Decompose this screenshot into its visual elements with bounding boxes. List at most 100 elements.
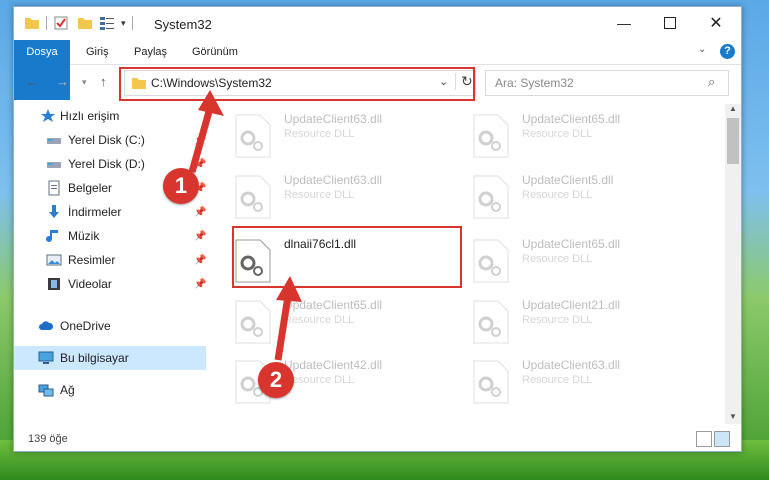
file-item[interactable]: UpdateClient5.dll Resource DLL xyxy=(472,167,692,227)
quick-access-toolbar: ▾ xyxy=(24,15,139,31)
sidebar-item-pictures[interactable]: Resimler 📌 xyxy=(14,248,206,272)
pictures-icon xyxy=(46,254,62,266)
cloud-icon xyxy=(39,321,54,330)
minimize-button[interactable]: — xyxy=(601,7,647,39)
scroll-up-icon[interactable]: ▲ xyxy=(729,104,737,113)
file-type: Resource DLL xyxy=(284,374,355,386)
document-icon xyxy=(48,180,60,196)
file-item[interactable]: UpdateClient63.dll Resource DLL xyxy=(234,167,454,227)
view-menu-icon[interactable] xyxy=(99,15,115,31)
maximize-icon xyxy=(664,17,676,29)
sidebar-item-quick-access[interactable]: Hızlı erişim xyxy=(14,104,206,128)
sidebar-item-network[interactable]: Ağ xyxy=(14,378,206,402)
close-icon: ✕ xyxy=(709,15,723,32)
sidebar-item-videos[interactable]: Videolar 📌 xyxy=(14,272,206,296)
step-1-badge: 1 xyxy=(163,168,199,204)
forward-icon[interactable]: → xyxy=(56,74,69,89)
maximize-button[interactable] xyxy=(647,7,693,39)
file-name: UpdateClient21.dll xyxy=(522,298,621,312)
vertical-scrollbar[interactable]: ▲ ▼ xyxy=(725,104,741,424)
file-name: UpdateClient65.dll xyxy=(522,112,621,126)
dll-file-icon xyxy=(473,114,509,158)
file-name: UpdateClient63.dll xyxy=(522,358,621,372)
dll-file-icon xyxy=(473,175,509,219)
ribbon: Dosya Giriş Paylaş Görünüm ⌄ ? xyxy=(14,40,741,100)
sidebar-item-label: Resimler xyxy=(68,253,116,267)
help-icon[interactable]: ? xyxy=(720,44,735,59)
sidebar-item-onedrive[interactable]: OneDrive xyxy=(14,314,206,338)
file-item[interactable]: UpdateClient65.dll Resource DLL xyxy=(472,106,692,166)
disk-icon xyxy=(47,162,61,168)
network-icon xyxy=(38,384,54,397)
scrollbar-thumb[interactable] xyxy=(727,118,739,164)
sidebar-item-label: İndirmeler xyxy=(68,205,122,219)
folder-icon xyxy=(25,18,39,29)
toolbar-divider xyxy=(46,16,47,30)
tab-paylas[interactable]: Paylaş xyxy=(134,40,167,64)
item-count: 139 öğe xyxy=(28,433,68,445)
file-name: UpdateClient63.dll xyxy=(284,112,383,126)
file-type: Resource DLL xyxy=(522,374,593,386)
sidebar-item-label: Yerel Disk (C:) xyxy=(68,133,145,147)
properties-icon[interactable] xyxy=(53,15,69,31)
file-name: UpdateClient65.dll xyxy=(522,237,621,251)
pin-icon[interactable]: 📌 xyxy=(194,231,206,242)
pin-icon[interactable]: 📌 xyxy=(194,279,206,290)
scroll-down-icon[interactable]: ▼ xyxy=(729,412,737,421)
sidebar-item-label: Hızlı erişim xyxy=(60,109,120,123)
back-icon[interactable]: ← xyxy=(26,74,39,89)
search-input[interactable]: Ara: System32 xyxy=(495,76,574,90)
file-type: Resource DLL xyxy=(522,189,593,201)
file-type: Resource DLL xyxy=(522,314,593,326)
sidebar-item-label: Videolar xyxy=(68,277,112,291)
search-icon[interactable]: ⌕ xyxy=(708,74,715,90)
computer-icon xyxy=(38,351,54,364)
tab-giris[interactable]: Giriş xyxy=(86,40,109,64)
customize-qa-chevron-icon[interactable]: ▾ xyxy=(121,18,126,29)
sidebar-item-this-pc[interactable]: Bu bilgisayar xyxy=(14,346,206,370)
sidebar-item-music[interactable]: Müzik 📌 xyxy=(14,224,206,248)
status-bar: 139 öğe xyxy=(14,427,741,451)
dll-file-icon xyxy=(473,300,509,344)
disk-icon xyxy=(47,138,61,144)
dll-file-icon xyxy=(473,239,509,283)
sidebar-item-label: Yerel Disk (D:) xyxy=(68,157,145,171)
minimize-icon: — xyxy=(617,15,631,31)
file-type: Resource DLL xyxy=(284,189,355,201)
file-type: Resource DLL xyxy=(522,253,593,265)
window-title: System32 xyxy=(154,17,212,32)
search-box[interactable]: Ara: System32 ⌕ xyxy=(485,70,729,96)
recent-locations-chevron-icon[interactable]: ▾ xyxy=(82,77,87,88)
close-button[interactable]: ✕ xyxy=(693,7,739,39)
tab-gorunum[interactable]: Görünüm xyxy=(192,40,238,64)
sidebar-item-disk-c[interactable]: Yerel Disk (C:) 📌 xyxy=(14,128,206,152)
music-icon xyxy=(46,230,58,243)
file-item[interactable]: UpdateClient63.dll Resource DLL xyxy=(234,106,454,166)
large-icons-view-icon[interactable] xyxy=(714,431,730,447)
pin-icon[interactable]: 📌 xyxy=(194,255,206,266)
file-item[interactable]: UpdateClient65.dll Resource DLL xyxy=(472,231,692,291)
dll-file-icon xyxy=(235,175,271,219)
arrow-2-icon xyxy=(274,276,302,361)
file-type: Resource DLL xyxy=(284,128,355,140)
file-item[interactable]: UpdateClient21.dll Resource DLL xyxy=(472,292,692,352)
dll-file-icon xyxy=(473,360,509,404)
file-name: UpdateClient63.dll xyxy=(284,173,383,187)
details-view-icon[interactable] xyxy=(696,431,712,447)
star-icon xyxy=(41,109,55,122)
toolbar-divider xyxy=(131,16,133,30)
new-folder-icon[interactable] xyxy=(77,15,93,31)
expand-ribbon-icon[interactable]: ⌄ xyxy=(698,44,706,55)
pin-icon[interactable]: 📌 xyxy=(194,207,206,218)
sidebar-item-label: Müzik xyxy=(68,229,100,243)
sidebar-item-label: OneDrive xyxy=(60,319,111,333)
file-type: Resource DLL xyxy=(522,128,593,140)
up-icon[interactable]: ↑ xyxy=(100,74,107,89)
arrow-1-icon xyxy=(188,90,224,173)
step-2-badge: 2 xyxy=(258,362,294,398)
sidebar-item-label: Ağ xyxy=(60,383,75,397)
sidebar-item-label: Belgeler xyxy=(68,181,113,195)
file-item[interactable]: UpdateClient63.dll Resource DLL xyxy=(472,352,692,412)
title-bar: ▾ System32 — ✕ xyxy=(14,7,741,39)
file-name: UpdateClient5.dll xyxy=(522,173,614,187)
